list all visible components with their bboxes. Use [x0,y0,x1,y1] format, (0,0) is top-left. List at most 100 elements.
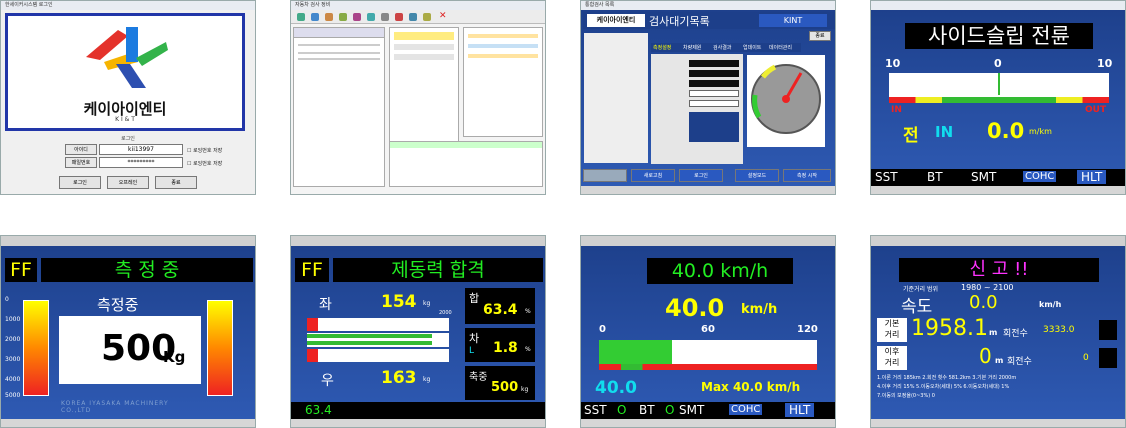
brake-left-label: 좌 [319,297,332,313]
brake-right-kg: kg [423,376,431,383]
sp-mode-bt: BT [639,403,655,417]
brake-sum-box: 합 63.4 % [465,288,535,324]
brake-diff-pct: % [525,346,531,353]
wm-tick-4000: 4000 [5,376,21,383]
main-left-panel [293,27,385,187]
brake-right-fill [307,349,319,362]
brake-left-kg: kg [423,300,431,307]
toolbar-icon-6[interactable] [367,13,375,21]
report-statusbar [871,419,1125,427]
list-login-button[interactable]: 로그인 [679,169,723,182]
start-measure-button[interactable]: 측정 시작 [783,169,831,182]
list-btn-blank[interactable] [583,169,627,182]
brake-diff-label: 차 [469,332,480,345]
speed-statusbar [581,419,835,427]
speed-unit: km/h [741,302,778,317]
report-details: 1.이론 거리 185km 2.회전 횟수 581.2km 3.기본 거리 20… [877,374,1121,402]
rpm-gauge-icon [747,55,825,147]
brake-right-label: 우 [321,373,334,389]
toolbar-icon-1[interactable] [297,13,305,21]
login-company-en: K I & T [115,116,135,123]
ss-in-state: IN [935,123,954,141]
login-logo-panel: 케이아이엔티 K I & T [5,13,245,131]
offline-button[interactable]: 오프레인 [107,176,149,189]
pw-input[interactable]: ********* [99,157,183,168]
weight-window: FF 측 정 중 0 1000 2000 3000 4000 5000 측정중 … [0,235,256,428]
sp-mode-bt-ok: O [665,403,675,417]
waiting-list-window: 통합검사 목록 케이아이엔티 검사대기목록 KINT 측정설정 차량제원 검사결… [580,0,836,195]
brake-scale-max: 2000 [439,310,452,316]
brake-diff-box: 차 L 1.8 % [465,328,535,362]
toolbar-icon-9[interactable] [409,13,417,21]
remember-pw-label: 로잉번호 저장 [193,161,223,167]
toolbar-icon-5[interactable] [353,13,361,21]
report-rot-value: 3333.0 [1043,325,1075,335]
speed-scale-60: 60 [701,324,715,335]
toolbar-icon-7[interactable] [381,13,389,21]
remember-id-checkbox[interactable]: ☐ 로잉번호 저장 [187,147,222,154]
report-header [871,236,1125,246]
wm-title: 측 정 중 [41,258,253,282]
speed-max: Max 40.0 km/h [701,380,801,394]
speed-scale-0: 0 [599,324,606,335]
main-toolbar: ✕ [291,10,545,24]
mode-sst: SST [875,170,898,184]
ss-bar [889,73,1109,103]
list-statusbar [581,186,835,194]
tab-update[interactable]: 업데이트 [743,44,761,51]
sp-mode-hlt: HLT [785,403,815,417]
wm-tick-1000: 1000 [5,316,21,323]
tab-inspection-result[interactable]: 검사결과 [713,44,731,51]
list-bottom-buttons: 새로고침 로그인 설정모드 측정 시작 [583,167,835,184]
main-app-titlebar: 자동차 검사 정비 [291,1,545,10]
exit-button[interactable]: 종료 [155,176,197,189]
wm-tick-5000: 5000 [5,392,21,399]
brake-statusbar [291,419,545,427]
report-rot2-value: 0 [1083,353,1089,363]
wm-left-gauge [23,300,49,396]
ss-value: 0.0 [987,119,1025,143]
brake-tag: FF [295,258,329,282]
list-tabbar: 측정설정 차량제원 검사결과 업데이트 데이터관리 [651,43,801,52]
list-close-button[interactable]: 종료 [809,31,831,41]
report-base-label: 기본 거리 [877,318,907,342]
toolbar-icon-4[interactable] [339,13,347,21]
remember-pw-checkbox[interactable]: ☐ 로잉번호 저장 [187,160,222,167]
speed-mode-bar: SST O BT O SMT COHC HLT [581,402,835,419]
list-form-panel [651,54,743,164]
toolbar-icon-3[interactable] [325,13,333,21]
login-button[interactable]: 로그인 [59,176,101,189]
toolbar-icon-2[interactable] [311,13,319,21]
report-detail-line-3: 7.이동의 보정율(0~3%) 0 [877,393,935,399]
tab-measure-setting[interactable]: 측정설정 [653,44,671,51]
sp-mode-sst: SST [584,403,607,417]
login-titlebar: 한세이커시스템 로그인 [1,1,255,10]
tab-data-manage[interactable]: 데이터관리 [769,44,792,51]
report-rot-label: 회전수 [1003,329,1028,339]
side-slip-window: 사이드슬립 전륜 10 0 10 IN OUT 전 IN 0.0 m/km SS… [870,0,1126,195]
sp-mode-cohc: COHC [729,404,763,415]
id-input[interactable]: kii13997 [99,144,183,155]
brake-axle-label: 축중 [469,372,488,383]
report-window: 신 고 !! 기준거리 범위 1980 ~ 2100 속도 0.0 km/h 기… [870,235,1126,428]
brake-sum-pct: % [525,308,531,315]
speed-fill [599,340,672,364]
brake-left-value: 154 [381,292,417,312]
tab-vehicle-spec[interactable]: 차량제원 [683,44,701,51]
wm-tag: FF [5,258,37,282]
brake-title: 제동력 합격 [333,258,543,282]
ss-indicator [998,73,1000,95]
brake-left-bar [307,318,449,331]
ss-statusbar [871,186,1125,194]
list-heading: 검사대기목록 [649,15,710,28]
speed-led: 40.0 km/h [647,258,793,284]
ss-front-label: 전 [903,126,919,146]
toolbar-icon-10[interactable] [423,13,431,21]
brake-axle-box: 축중 500 kg [465,366,535,400]
report-range-value: 1980 ~ 2100 [961,283,1014,292]
setup-mode-button[interactable]: 설정모드 [735,169,779,182]
refresh-button[interactable]: 새로고침 [631,169,675,182]
brake-left-fill [307,318,319,331]
toolbar-close-icon[interactable]: ✕ [439,11,447,21]
toolbar-icon-8[interactable] [395,13,403,21]
